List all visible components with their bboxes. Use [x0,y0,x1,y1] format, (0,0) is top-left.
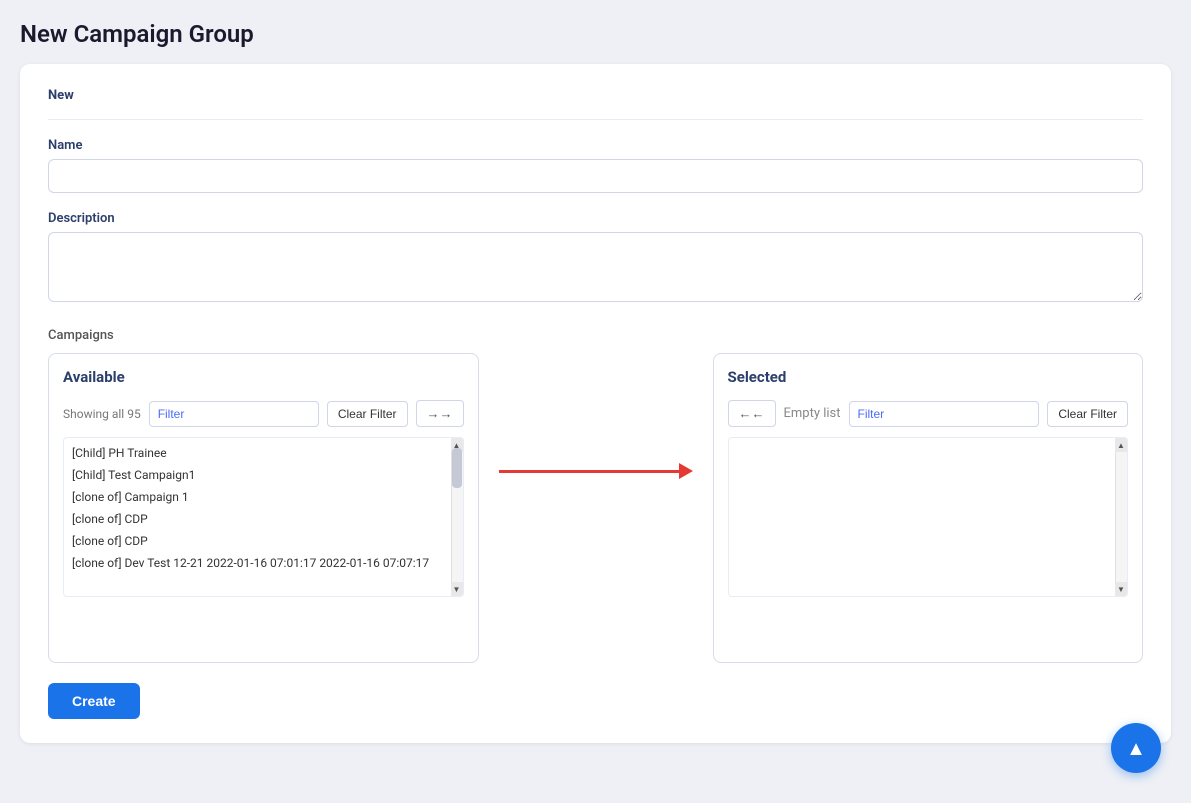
available-filter-input[interactable] [149,401,319,427]
list-item[interactable]: [clone of] Dev Test 12-21 2022-01-16 07:… [64,552,463,574]
available-toolbar: Showing all 95 Clear Filter →→ [63,400,464,427]
selected-scrollbar-down-arrow[interactable]: ▼ [1115,582,1127,596]
available-scrollbar-track: ▲ ▼ [451,438,463,596]
scrollbar-thumb[interactable] [452,448,462,488]
selected-list-box: Selected ←← Empty list Clear Filter ▲ ▼ [713,353,1144,663]
selected-title: Selected [728,368,1129,386]
selected-filter-input[interactable] [849,401,1040,427]
page-title: New Campaign Group [20,20,1171,48]
list-item[interactable]: [clone of] Campaign 1 [64,486,463,508]
description-label: Description [48,211,1143,226]
selected-scrollbar-track: ▲ ▼ [1115,438,1127,596]
red-arrow [499,463,693,479]
selected-list-container: ▲ ▼ [728,437,1129,597]
dual-list-wrapper: Available Showing all 95 Clear Filter →→… [48,353,1143,663]
list-item[interactable]: [Child] Test Campaign1 [64,464,463,486]
campaigns-label: Campaigns [48,328,1143,343]
move-all-button[interactable]: →→ [416,400,464,427]
list-item[interactable]: [clone of] CDP [64,508,463,530]
red-arrow-line [499,470,679,473]
create-button[interactable]: Create [48,683,140,719]
selected-toolbar: ←← Empty list Clear Filter [728,400,1129,427]
available-list-box: Available Showing all 95 Clear Filter →→… [48,353,479,663]
selected-clear-filter-button[interactable]: Clear Filter [1047,401,1128,427]
showing-text: Showing all 95 [63,407,141,421]
available-list-container: [Child] PH Trainee[Child] Test Campaign1… [63,437,464,597]
selected-items-list [729,438,1128,596]
name-label: Name [48,138,1143,153]
arrow-area [499,353,693,479]
list-item[interactable]: [clone of] CDP [64,530,463,552]
empty-list-text: Empty list [784,402,841,425]
list-item[interactable]: [Child] PH Trainee [64,442,463,464]
red-arrow-head [679,463,693,479]
scrollbar-down-arrow[interactable]: ▼ [451,582,463,596]
available-clear-filter-button[interactable]: Clear Filter [327,401,408,427]
selected-scrollbar-up-arrow[interactable]: ▲ [1115,438,1127,452]
description-input[interactable] [48,232,1143,302]
main-card: New Name Description Campaigns Available… [20,64,1171,743]
name-input[interactable] [48,159,1143,193]
move-all-back-button[interactable]: ←← [728,400,776,427]
available-items-list: [Child] PH Trainee[Child] Test Campaign1… [64,438,463,596]
fab-button[interactable]: ▲ [1111,723,1161,773]
section-label: New [48,88,1143,103]
available-title: Available [63,368,464,386]
